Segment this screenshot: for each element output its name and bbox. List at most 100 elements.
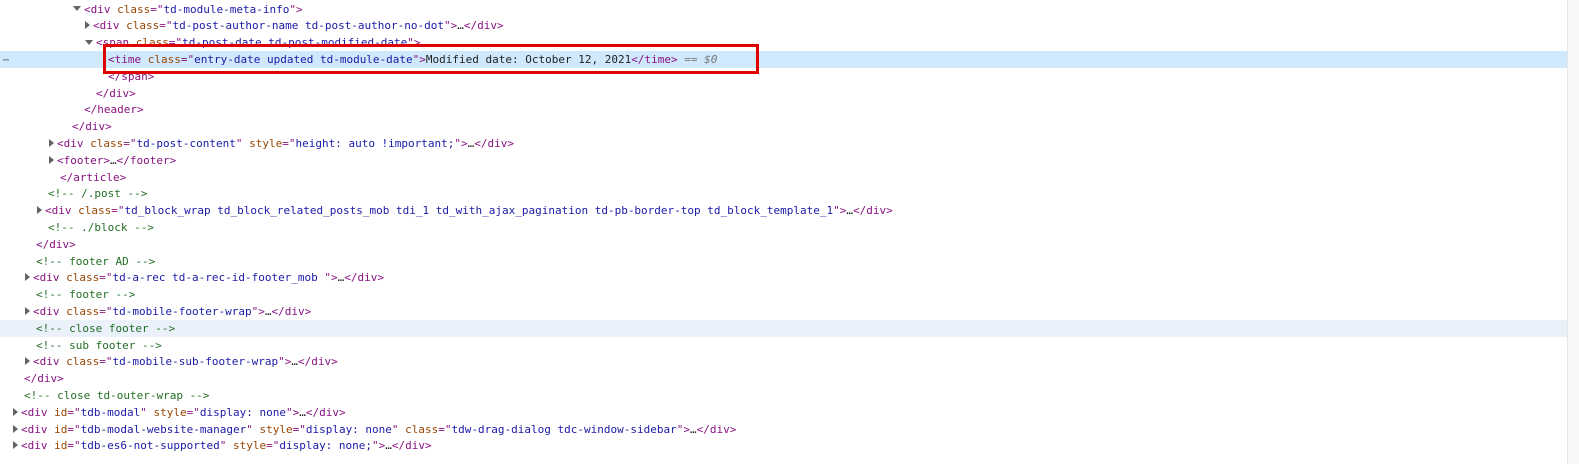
collapsed-triangle-icon[interactable] [85, 21, 90, 30]
comment-node: <!-- /.post --> [48, 187, 148, 201]
tag-token: <div [21, 422, 55, 436]
tree-row[interactable]: </div> [0, 236, 1568, 253]
tree-row[interactable]: <!-- ./block --> [0, 219, 1568, 236]
attr-name: class [66, 304, 100, 318]
collapsed-ellipsis: … [385, 439, 392, 453]
tag-token: </div> [305, 405, 346, 419]
tag-token: <span [96, 36, 136, 50]
tag-token: "> [676, 422, 690, 436]
collapsed-triangle-icon[interactable] [13, 441, 18, 450]
tree-row[interactable]: <div class="td_block_wrap td_block_relat… [0, 202, 1568, 219]
comment-node: <!-- footer --> [36, 288, 136, 302]
tag-token: "> [285, 405, 300, 419]
tree-row[interactable]: </article> [0, 169, 1568, 186]
tree-row[interactable]: <div id="tdb-es6-not-supported" style="d… [0, 437, 1568, 454]
text-node: Modified date: October 12, 2021 [425, 52, 632, 66]
selected-tree-row[interactable]: <time class="entry-date updated td-modul… [0, 50, 1568, 68]
attr-name: style [232, 439, 267, 453]
attr-value: td-mobile-footer-wrap [112, 304, 252, 318]
tree-row[interactable]: <!-- sub footer --> [0, 337, 1568, 354]
collapsed-triangle-icon[interactable] [25, 306, 30, 315]
tag-token: =" [67, 405, 81, 419]
attr-value: display: none [305, 422, 392, 436]
tag-token: =" [67, 439, 81, 453]
tag-token: </div> [391, 439, 432, 453]
tag-token: <footer> [57, 153, 110, 167]
comment-node: <!-- close td-outer-wrap --> [24, 388, 210, 402]
collapsed-ellipsis: … [109, 153, 117, 167]
tree-row[interactable]: <div class="td-post-content" style="heig… [0, 135, 1568, 152]
tree-row[interactable]: <footer>…</footer> [0, 152, 1568, 169]
tag-token: <div [45, 204, 79, 218]
tree-row[interactable]: <div class="td-module-meta-info"> [0, 1, 1568, 18]
tree-row[interactable]: <div class="td-post-author-name td-post-… [0, 17, 1568, 34]
collapsed-ellipsis: … [291, 355, 298, 369]
tree-row[interactable]: <div id="tdb-modal" style="display: none… [0, 404, 1568, 421]
tag-token: =" [168, 36, 183, 50]
tree-row[interactable]: </div> [0, 370, 1568, 387]
tag-token: </div> [72, 120, 112, 134]
tree-row[interactable]: <!-- /.post --> [0, 185, 1568, 202]
comment-node: <!-- sub footer --> [36, 338, 162, 352]
attr-value: td_block_wrap td_block_related_posts_mob… [124, 204, 834, 218]
tag-token: =" [111, 204, 125, 218]
tag-token: "> [324, 271, 338, 285]
tag-token: </div> [36, 237, 76, 251]
tag-token: </div> [271, 304, 312, 318]
tag-token: <div [84, 2, 118, 16]
tree-row[interactable]: <!-- close td-outer-wrap --> [0, 387, 1568, 404]
collapsed-triangle-icon[interactable] [13, 407, 18, 416]
tag-token: " [219, 439, 233, 453]
tag-token: =" [99, 304, 113, 318]
tag-token: =" [282, 136, 296, 150]
tree-row[interactable]: <div class="td-mobile-sub-footer-wrap">…… [0, 353, 1568, 370]
tag-token: "> [407, 36, 421, 50]
attr-name: id [54, 405, 68, 419]
tag-token: "> [251, 304, 265, 318]
tree-row[interactable]: </header> [0, 101, 1568, 118]
collapsed-triangle-icon[interactable] [49, 138, 54, 147]
attr-name: id [54, 422, 68, 436]
attr-value: tdb-es6-not-supported [80, 439, 220, 453]
tag-token: =" [123, 136, 137, 150]
tag-token: "> [412, 52, 426, 66]
collapsed-ellipsis: … [457, 19, 464, 33]
attr-name: class [126, 19, 160, 33]
attr-name: class [78, 204, 112, 218]
tree-row[interactable]: </span> [0, 68, 1568, 85]
tag-token: =" [67, 422, 81, 436]
tag-token: =" [266, 439, 280, 453]
collapsed-triangle-icon[interactable] [13, 424, 18, 433]
attr-name: class [405, 422, 439, 436]
attr-value: td-a-rec td-a-rec-id-footer_mob [112, 271, 325, 285]
tree-row[interactable]: <!-- footer AD --> [0, 253, 1568, 270]
attr-name: class [90, 136, 124, 150]
tag-token: <div [33, 304, 67, 318]
tree-row[interactable]: <div id="tdb-modal-website-manager" styl… [0, 421, 1568, 438]
attr-value: td-post-date td-post-modified-date [182, 36, 408, 50]
tree-row[interactable]: <div class="td-mobile-footer-wrap">…</di… [0, 303, 1568, 320]
tree-row[interactable]: <!-- close footer --> [0, 319, 1568, 337]
collapsed-triangle-icon[interactable] [49, 155, 54, 164]
collapsed-triangle-icon[interactable] [37, 206, 42, 215]
selected-node-dots-icon[interactable]: ⋯ [0, 52, 12, 69]
collapsed-triangle-icon[interactable] [25, 357, 30, 366]
tree-row[interactable]: </div> [0, 85, 1568, 102]
collapsed-ellipsis: … [689, 422, 697, 436]
scrollbar[interactable] [1567, 0, 1579, 464]
attr-name: style [153, 405, 187, 419]
attr-value: display: none; [279, 439, 373, 453]
tree-row[interactable]: </div> [0, 118, 1568, 135]
comment-node: <!-- close footer --> [36, 321, 176, 335]
tag-token: " [140, 405, 154, 419]
tree-row[interactable]: <!-- footer --> [0, 286, 1568, 303]
expanded-triangle-icon[interactable] [73, 6, 81, 11]
tag-token: "> [372, 439, 386, 453]
attr-name: class [135, 36, 169, 50]
expanded-triangle-icon[interactable] [85, 39, 93, 45]
collapsed-triangle-icon[interactable] [25, 273, 30, 282]
attr-value: entry-date updated td-module-date [194, 52, 413, 66]
tag-token: =" [438, 422, 452, 436]
tree-row[interactable]: <span class="td-post-date td-post-modifi… [0, 34, 1568, 51]
tree-row[interactable]: <div class="td-a-rec td-a-rec-id-footer_… [0, 269, 1568, 286]
